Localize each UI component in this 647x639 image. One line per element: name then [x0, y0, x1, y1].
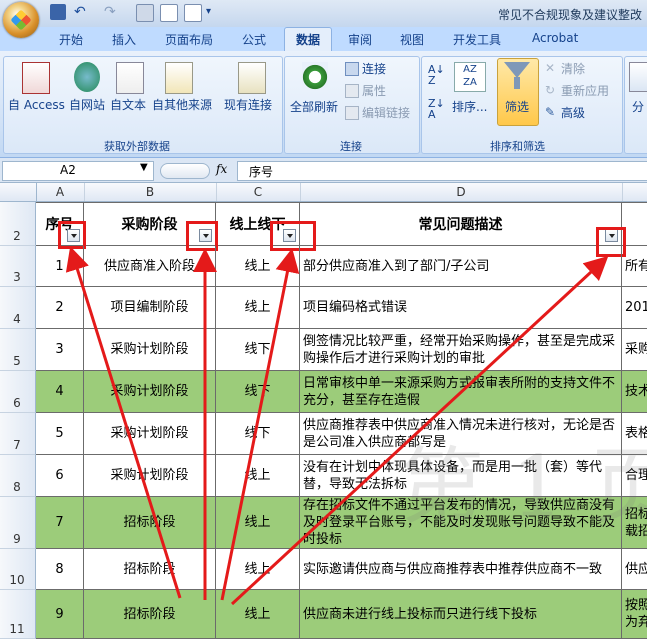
- arrow-to-no-filter: [65, 246, 182, 599]
- office-button[interactable]: [3, 2, 39, 38]
- office-logo-icon: [10, 9, 32, 31]
- arrow-to-desc-filter: [230, 255, 609, 606]
- annotation-arrows: [65, 246, 609, 606]
- arrow-to-mode-filter: [220, 248, 300, 601]
